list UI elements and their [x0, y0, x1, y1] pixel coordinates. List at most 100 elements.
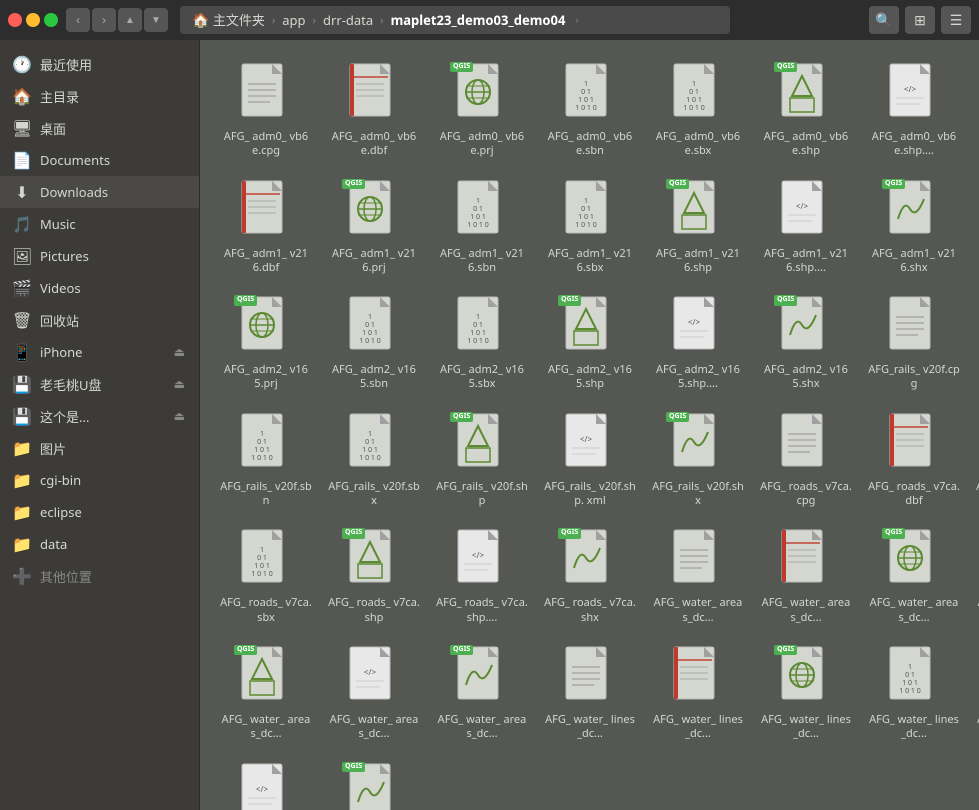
- file-item[interactable]: AFG_rails_ v20f.dbf: [972, 289, 979, 398]
- file-item[interactable]: QGISAFG_ adm2_ v165.prj: [216, 289, 316, 398]
- folder-cgibin-icon: 📁: [12, 469, 32, 491]
- file-label: AFG_ water_ lines_dc...: [652, 713, 744, 742]
- sidebar-item-pictures2[interactable]: 📁 图片: [0, 432, 199, 464]
- file-item[interactable]: QGISAFG_ adm1_ v216.shp: [648, 173, 748, 282]
- sidebar-label-downloads: Downloads: [40, 183, 187, 201]
- file-icon-22: </>: [666, 295, 730, 359]
- sidebar-other-locations[interactable]: ➕ 其他位置: [0, 560, 199, 592]
- breadcrumb-home[interactable]: 🏠 主文件夹: [186, 8, 271, 32]
- file-item[interactable]: QGISAFG_ water_ areas_dc...: [432, 639, 532, 748]
- file-item[interactable]: </> AFG_rails_ v20f.shp. xml: [540, 406, 640, 515]
- file-item[interactable]: QGISAFG_ adm0_ vb6e.shp: [756, 56, 856, 165]
- file-item[interactable]: QGISAFG_ water_ lines_dc...: [756, 639, 856, 748]
- file-item[interactable]: 1 0 1 1 0 1 1 0 1 0 AFG_ adm1_ v216.sbn: [432, 173, 532, 282]
- forward-button[interactable]: ›: [92, 8, 116, 32]
- file-label: AFG_ water_ areas_dc...: [760, 596, 852, 625]
- sidebar-item-home[interactable]: 🏠 主目录: [0, 80, 199, 112]
- udisk1-eject-button[interactable]: ⏏: [172, 377, 187, 391]
- file-item[interactable]: </> AFG_ adm2_ v165.shp....: [648, 289, 748, 398]
- file-item[interactable]: 1 0 1 1 0 1 1 0 1 0 AFG_ water_ lines_dc…: [972, 639, 979, 748]
- sidebar-label-iphone: iPhone: [40, 343, 164, 361]
- file-item[interactable]: AFG_ adm0_ vb6e.cpg: [216, 56, 316, 165]
- sidebar-item-trash[interactable]: 🗑 回收站: [0, 304, 199, 336]
- file-item[interactable]: AFG_ water_ areas_dc...: [756, 522, 856, 631]
- file-item[interactable]: 1 0 1 1 0 1 1 0 1 0 AFG_ water_ areas_dc…: [972, 522, 979, 631]
- file-item[interactable]: </> AFG_ adm0_ vb6e.shp....: [864, 56, 964, 165]
- udisk2-eject-button[interactable]: ⏏: [172, 409, 187, 423]
- svg-text:</>: </>: [256, 784, 269, 795]
- sidebar-item-documents[interactable]: 📄 Documents: [0, 144, 199, 176]
- file-item[interactable]: 1 0 1 1 0 1 1 0 1 0 AFG_ adm0_ vb6e.sbx: [648, 56, 748, 165]
- file-item[interactable]: QGISAFG_ adm0_ vb6e.shx: [972, 56, 979, 165]
- breadcrumb-nav-btn[interactable]: ›: [573, 15, 580, 26]
- sidebar-item-cgibin[interactable]: 📁 cgi-bin: [0, 464, 199, 496]
- file-item[interactable]: AFG_ adm0_ vb6e.dbf: [324, 56, 424, 165]
- sidebar-item-recent[interactable]: 🕐 最近使用: [0, 48, 199, 80]
- sidebar-label-pictures2: 图片: [40, 439, 187, 458]
- file-item[interactable]: QGISAFG_ adm1_ v216.shx: [864, 173, 964, 282]
- sidebar-item-udisk1[interactable]: 💾 老毛桃U盘 ⏏: [0, 368, 199, 400]
- sidebar-item-music[interactable]: 🎵 Music: [0, 208, 199, 240]
- search-button[interactable]: 🔍: [869, 6, 899, 34]
- file-item[interactable]: </> AFG_ water_ lines_dc...: [216, 756, 316, 810]
- file-item[interactable]: AFG_ water_ lines_dc...: [648, 639, 748, 748]
- file-item[interactable]: 1 0 1 1 0 1 1 0 1 0 AFG_ adm0_ vb6e.sbn: [540, 56, 640, 165]
- sidebar-item-pictures[interactable]: 🖼 Pictures: [0, 240, 199, 272]
- file-item[interactable]: QGISAFG_ water_ areas_dc...: [216, 639, 316, 748]
- iphone-eject-button[interactable]: ⏏: [172, 345, 187, 359]
- file-icon-50: QGIS: [774, 645, 838, 709]
- file-item[interactable]: AFG_ roads_ v7ca.dbf: [864, 406, 964, 515]
- file-item[interactable]: 1 0 1 1 0 1 1 0 1 0 AFG_rails_ v20f.sbn: [216, 406, 316, 515]
- file-item[interactable]: </> AFG_ adm1_ v216.shp....: [756, 173, 856, 282]
- file-label: AFG_ water_ areas_dc...: [220, 713, 312, 742]
- file-item[interactable]: 1 0 1 1 0 1 1 0 1 0 AFG_ adm2_ v165.sbn: [324, 289, 424, 398]
- file-item[interactable]: AFG_ adm1_ v216.dbf: [216, 173, 316, 282]
- file-item[interactable]: AFG_ adm2_ v165.cpg: [972, 173, 979, 282]
- file-item[interactable]: QGISAFG_ adm1_ v216.prj: [324, 173, 424, 282]
- sidebar-item-downloads[interactable]: ⬇ Downloads: [0, 176, 199, 208]
- file-item[interactable]: AFG_rails_ v20f.cpg: [864, 289, 964, 398]
- sidebar-item-videos[interactable]: 🎬 Videos: [0, 272, 199, 304]
- file-item[interactable]: QGISAFG_ roads_ v7ca.shx: [540, 522, 640, 631]
- file-item[interactable]: QGISAFG_ water_ areas_dc...: [864, 522, 964, 631]
- file-item[interactable]: 1 0 1 1 0 1 1 0 1 0 AFG_ water_ lines_dc…: [864, 639, 964, 748]
- pictures-icon: 🖼: [12, 245, 32, 267]
- down-button[interactable]: ▼: [144, 8, 168, 32]
- udisk1-icon: 💾: [12, 373, 32, 395]
- view-toggle-button[interactable]: ⊞: [905, 6, 935, 34]
- qgis-badge: QGIS: [774, 62, 797, 72]
- file-item[interactable]: QGISAFG_ adm2_ v165.shx: [756, 289, 856, 398]
- file-item[interactable]: 1 0 1 1 0 1 1 0 1 0 AFG_ roads_ v7ca.sbx: [216, 522, 316, 631]
- sidebar-item-eclipse[interactable]: 📁 eclipse: [0, 496, 199, 528]
- file-area[interactable]: AFG_ adm0_ vb6e.cpg AFG_ adm0_ vb6e.dbf …: [200, 40, 979, 810]
- file-item[interactable]: AFG_ water_ areas_dc...: [648, 522, 748, 631]
- file-label: AFG_ adm1_ v216.dbf: [220, 247, 312, 276]
- maximize-button[interactable]: [44, 13, 58, 27]
- file-item[interactable]: 1 0 1 1 0 1 1 0 1 0 AFG_ adm1_ v216.sbx: [540, 173, 640, 282]
- breadcrumb-app[interactable]: app: [276, 9, 311, 31]
- file-item[interactable]: QGISAFG_ roads_ v7ca.prj: [972, 406, 979, 515]
- sidebar-item-data[interactable]: 📁 data: [0, 528, 199, 560]
- file-item[interactable]: QGISAFG_ adm2_ v165.shp: [540, 289, 640, 398]
- sidebar-item-desktop[interactable]: 🖥 桌面: [0, 112, 199, 144]
- file-item[interactable]: 1 0 1 1 0 1 1 0 1 0 AFG_rails_ v20f.sbx: [324, 406, 424, 515]
- sidebar-item-iphone[interactable]: 📱 iPhone ⏏: [0, 336, 199, 368]
- breadcrumb-current[interactable]: maplet23_demo03_demo04: [385, 9, 572, 31]
- close-button[interactable]: [8, 13, 22, 27]
- file-item[interactable]: </> AFG_ water_ areas_dc...: [324, 639, 424, 748]
- file-item[interactable]: AFG_ water_ lines_dc...: [540, 639, 640, 748]
- file-item[interactable]: QGISAFG_ roads_ v7ca.shp: [324, 522, 424, 631]
- minimize-button[interactable]: [26, 13, 40, 27]
- sidebar-item-udisk2[interactable]: 💾 这个是... ⏏: [0, 400, 199, 432]
- breadcrumb-drr-data[interactable]: drr-data: [317, 9, 379, 31]
- file-item[interactable]: QGISAFG_ adm0_ vb6e.prj: [432, 56, 532, 165]
- up-button[interactable]: ▲: [118, 8, 142, 32]
- file-item[interactable]: AFG_ roads_ v7ca.cpg: [756, 406, 856, 515]
- menu-button[interactable]: ☰: [941, 6, 971, 34]
- back-button[interactable]: ‹: [66, 8, 90, 32]
- file-item[interactable]: QGISAFG_ water_ lines_dc...: [324, 756, 424, 810]
- file-item[interactable]: QGISAFG_rails_ v20f.shx: [648, 406, 748, 515]
- file-item[interactable]: </> AFG_ roads_ v7ca.shp....: [432, 522, 532, 631]
- file-item[interactable]: 1 0 1 1 0 1 1 0 1 0 AFG_ adm2_ v165.sbx: [432, 289, 532, 398]
- file-item[interactable]: QGISAFG_rails_ v20f.shp: [432, 406, 532, 515]
